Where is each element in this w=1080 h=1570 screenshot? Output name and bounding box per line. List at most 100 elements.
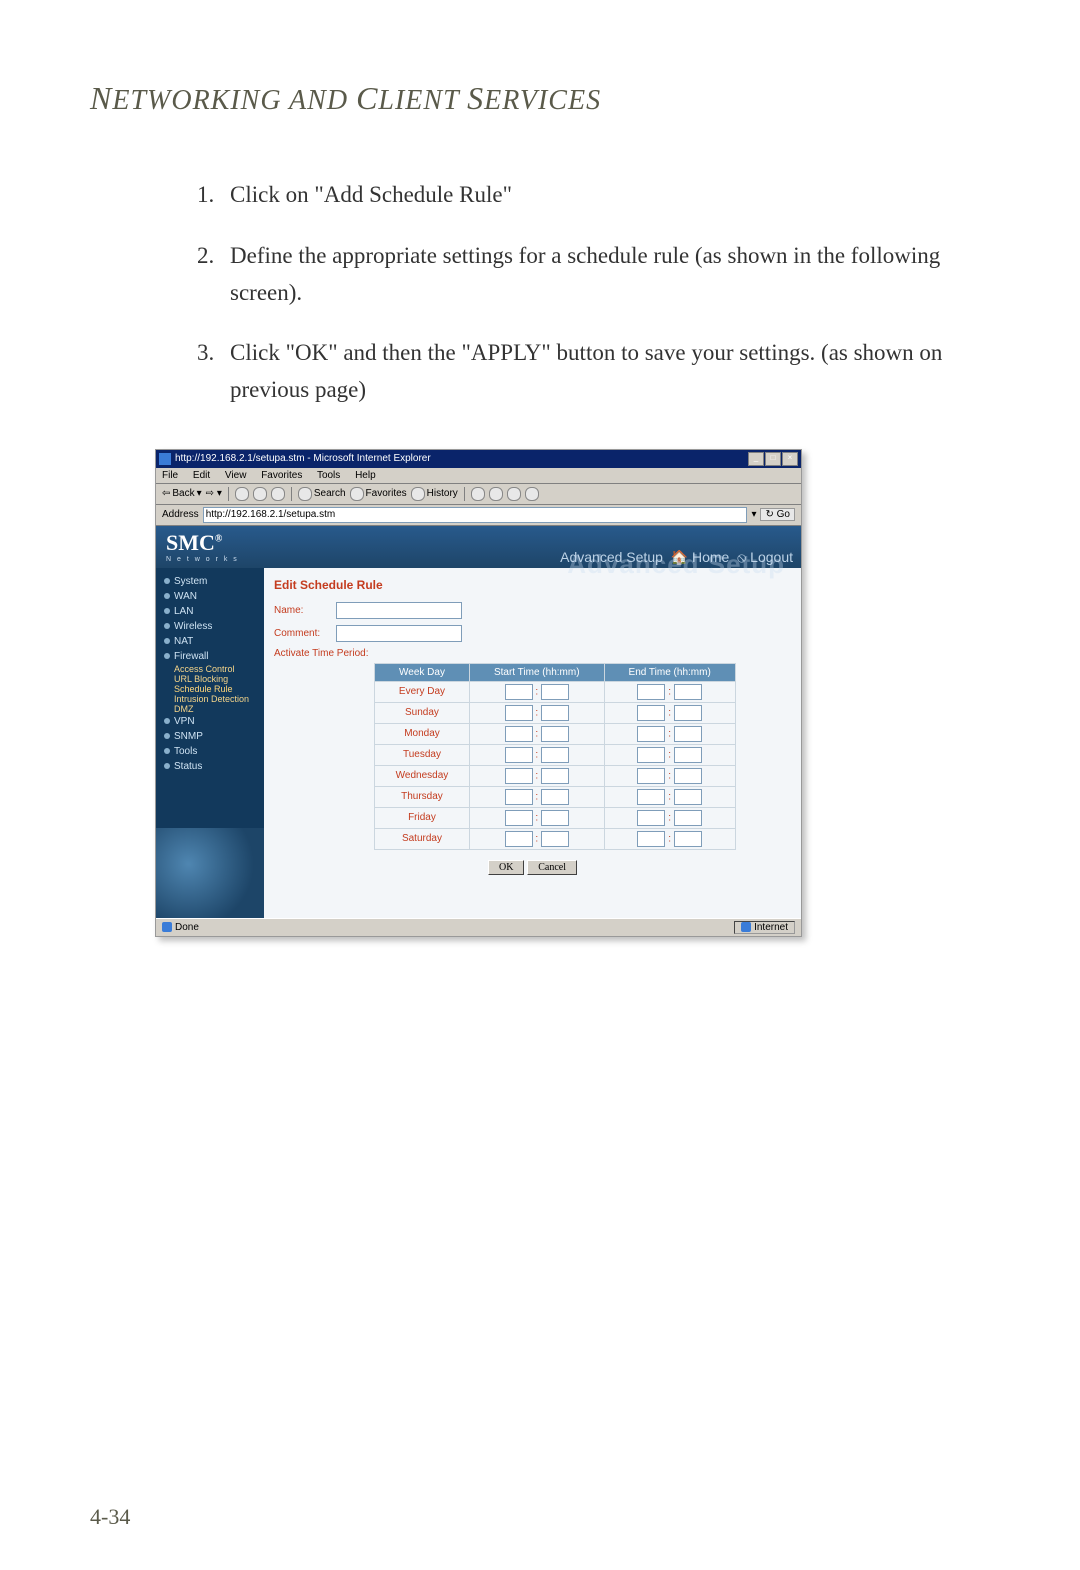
start-hh-1[interactable] <box>505 705 533 721</box>
start-mm-0[interactable] <box>541 684 569 700</box>
end-hh-4[interactable] <box>637 768 665 784</box>
start-mm-1[interactable] <box>541 705 569 721</box>
start-hh-0[interactable] <box>505 684 533 700</box>
history-button[interactable]: History <box>411 487 458 501</box>
end-mm-5[interactable] <box>674 789 702 805</box>
sidebar-sub-access-control[interactable]: Access Control <box>156 664 264 674</box>
mail-icon[interactable] <box>471 487 485 501</box>
window-title: http://192.168.2.1/setupa.stm - Microsof… <box>175 453 748 464</box>
end-mm-1[interactable] <box>674 705 702 721</box>
end-mm-4[interactable] <box>674 768 702 784</box>
start-hh-2[interactable] <box>505 726 533 742</box>
close-button[interactable]: × <box>782 452 798 466</box>
end-mm-6[interactable] <box>674 810 702 826</box>
go-button[interactable]: ↻ Go <box>760 508 795 521</box>
search-button[interactable]: Search <box>298 487 346 501</box>
favorites-button[interactable]: Favorites <box>350 487 407 501</box>
start-hh-3[interactable] <box>505 747 533 763</box>
start-hh-7[interactable] <box>505 831 533 847</box>
sidebar-item-wan[interactable]: WAN <box>156 589 264 604</box>
step-1: Click on "Add Schedule Rule" <box>220 177 990 214</box>
start-mm-3[interactable] <box>541 747 569 763</box>
table-row: Sunday : : <box>375 702 736 723</box>
table-row: Friday : : <box>375 807 736 828</box>
brand-subtitle: N e t w o r k s <box>166 556 239 563</box>
router-banner: SMC® N e t w o r k s Advanced Setup Adva… <box>156 526 801 568</box>
address-dropdown-icon[interactable]: ▾ <box>751 509 756 520</box>
maximize-button[interactable]: □ <box>765 452 781 466</box>
ie-menubar: File Edit View Favorites Tools Help <box>156 468 801 484</box>
address-input[interactable] <box>203 507 748 523</box>
menu-tools[interactable]: Tools <box>317 470 340 481</box>
menu-favorites[interactable]: Favorites <box>261 470 302 481</box>
end-mm-7[interactable] <box>674 831 702 847</box>
sidebar-item-vpn[interactable]: VPN <box>156 714 264 729</box>
name-label: Name: <box>274 605 336 616</box>
menu-edit[interactable]: Edit <box>193 470 210 481</box>
day-cell: Monday <box>375 723 470 744</box>
end-hh-2[interactable] <box>637 726 665 742</box>
end-hh-3[interactable] <box>637 747 665 763</box>
screenshot-window: http://192.168.2.1/setupa.stm - Microsof… <box>155 449 802 937</box>
ok-button[interactable]: OK <box>488 860 524 875</box>
table-row: Tuesday : : <box>375 744 736 765</box>
name-input[interactable] <box>336 602 462 619</box>
end-hh-1[interactable] <box>637 705 665 721</box>
day-cell: Every Day <box>375 681 470 702</box>
sidebar-sub-schedule-rule[interactable]: Schedule Rule <box>156 684 264 694</box>
page-icon <box>162 922 172 932</box>
start-mm-5[interactable] <box>541 789 569 805</box>
start-hh-4[interactable] <box>505 768 533 784</box>
sidebar-item-status[interactable]: Status <box>156 759 264 774</box>
start-mm-4[interactable] <box>541 768 569 784</box>
th-end: End Time (hh:mm) <box>604 663 735 681</box>
sidebar-sub-intrusion[interactable]: Intrusion Detection <box>156 694 264 704</box>
start-hh-5[interactable] <box>505 789 533 805</box>
cancel-button[interactable]: Cancel <box>527 860 577 875</box>
sidebar-item-system[interactable]: System <box>156 574 264 589</box>
home-icon[interactable] <box>271 487 285 501</box>
discuss-icon[interactable] <box>525 487 539 501</box>
sidebar-image <box>156 828 264 918</box>
ie-addressbar: Address ▾ ↻ Go <box>156 505 801 526</box>
table-row: Wednesday : : <box>375 765 736 786</box>
internet-icon <box>741 922 751 932</box>
end-hh-0[interactable] <box>637 684 665 700</box>
end-hh-5[interactable] <box>637 789 665 805</box>
menu-help[interactable]: Help <box>355 470 376 481</box>
sidebar: System WAN LAN Wireless NAT Firewall Acc… <box>156 568 264 918</box>
print-icon[interactable] <box>489 487 503 501</box>
end-mm-2[interactable] <box>674 726 702 742</box>
minimize-button[interactable]: _ <box>748 452 764 466</box>
start-mm-2[interactable] <box>541 726 569 742</box>
edit-icon[interactable] <box>507 487 521 501</box>
sidebar-sub-dmz[interactable]: DMZ <box>156 704 264 714</box>
comment-input[interactable] <box>336 625 462 642</box>
th-weekday: Week Day <box>375 663 470 681</box>
forward-button[interactable]: ⇨ ▾ <box>206 488 222 499</box>
step-3: Click "OK" and then the "APPLY" button t… <box>220 335 990 409</box>
sidebar-item-firewall[interactable]: Firewall <box>156 649 264 664</box>
sidebar-item-tools[interactable]: Tools <box>156 744 264 759</box>
back-button[interactable]: ⇦ Back ▾ <box>162 488 202 499</box>
button-row: OK Cancel <box>274 860 791 875</box>
end-mm-0[interactable] <box>674 684 702 700</box>
sidebar-sub-url-blocking[interactable]: URL Blocking <box>156 674 264 684</box>
sidebar-item-lan[interactable]: LAN <box>156 604 264 619</box>
refresh-icon[interactable] <box>253 487 267 501</box>
menu-file[interactable]: File <box>162 470 178 481</box>
menu-view[interactable]: View <box>225 470 247 481</box>
start-hh-6[interactable] <box>505 810 533 826</box>
stop-icon[interactable] <box>235 487 249 501</box>
brand-logo: SMC® <box>166 530 222 555</box>
sidebar-item-wireless[interactable]: Wireless <box>156 619 264 634</box>
end-mm-3[interactable] <box>674 747 702 763</box>
sidebar-item-snmp[interactable]: SNMP <box>156 729 264 744</box>
start-mm-6[interactable] <box>541 810 569 826</box>
start-mm-7[interactable] <box>541 831 569 847</box>
end-hh-7[interactable] <box>637 831 665 847</box>
sidebar-item-nat[interactable]: NAT <box>156 634 264 649</box>
period-label: Activate Time Period: <box>274 648 791 659</box>
table-row: Saturday : : <box>375 828 736 849</box>
end-hh-6[interactable] <box>637 810 665 826</box>
